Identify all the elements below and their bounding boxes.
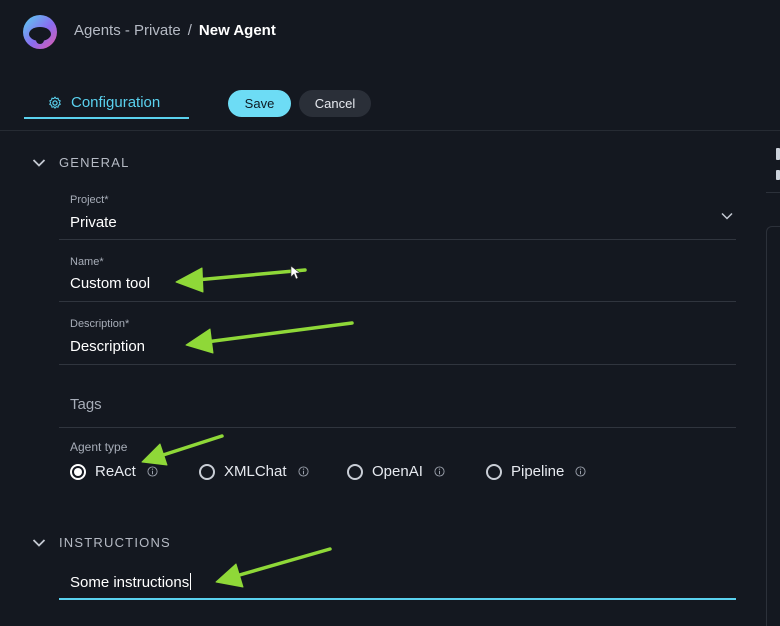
tab-configuration[interactable]: Configuration (24, 84, 189, 119)
radio-button[interactable] (347, 463, 363, 480)
save-button[interactable]: Save (228, 90, 291, 117)
name-label: Name* (70, 256, 104, 268)
agent-type-label: Agent type (70, 440, 128, 454)
info-icon[interactable] (297, 466, 309, 477)
text-caret (190, 573, 192, 590)
radio-pipeline[interactable]: Pipeline (486, 463, 586, 480)
radio-button-checked[interactable] (70, 463, 86, 480)
section-instructions-title: INSTRUCTIONS (59, 535, 171, 550)
radio-openai[interactable]: OpenAI (347, 463, 445, 480)
side-panel-edge (776, 148, 780, 160)
radio-react[interactable]: ReAct (70, 463, 158, 480)
breadcrumb-parent-link[interactable]: Agents - Private (74, 22, 181, 39)
radio-xmlchat[interactable]: XMLChat (199, 463, 309, 480)
description-value: Description (70, 338, 146, 355)
radio-xmlchat-label: XMLChat (224, 463, 287, 480)
breadcrumb-current: New Agent (198, 22, 276, 39)
breadcrumb-separator: / (187, 22, 192, 39)
instructions-input[interactable]: Some instructions (59, 562, 736, 600)
section-general-toggle[interactable]: GENERAL (32, 155, 130, 170)
chevron-down-icon (32, 158, 46, 167)
annotation-arrow-agent-type (141, 434, 224, 466)
chevron-down-icon (32, 538, 46, 547)
radio-openai-label: OpenAI (372, 463, 423, 480)
name-value: Custom tool (70, 275, 151, 292)
project-label: Project* (70, 194, 109, 206)
info-icon[interactable] (575, 466, 586, 477)
breadcrumb: Agents - Private / New Agent (74, 22, 276, 39)
info-icon[interactable] (147, 466, 158, 477)
radio-button[interactable] (486, 463, 502, 480)
radio-react-label: ReAct (95, 463, 136, 480)
tags-placeholder: Tags (70, 396, 102, 413)
cancel-button[interactable]: Cancel (299, 90, 371, 117)
side-panel-edge-2 (776, 170, 780, 180)
description-label: Description* (70, 318, 130, 330)
section-general-title: GENERAL (59, 155, 130, 170)
side-panel-divider (766, 192, 780, 193)
tab-configuration-label: Configuration (71, 94, 161, 111)
side-panel (766, 226, 780, 626)
gear-icon (49, 96, 61, 109)
radio-button[interactable] (199, 463, 215, 480)
chevron-down-icon (721, 212, 733, 220)
app-logo-icon (23, 15, 57, 49)
instructions-value: Some instructions (70, 573, 192, 591)
header-divider (0, 130, 780, 131)
project-select[interactable]: Project* Private (59, 186, 736, 240)
name-field[interactable]: Name* Custom tool (59, 248, 736, 302)
info-icon[interactable] (434, 466, 445, 477)
tags-input[interactable]: Tags (59, 374, 736, 428)
section-instructions-toggle[interactable]: INSTRUCTIONS (32, 535, 171, 550)
instructions-text: Some instructions (70, 574, 190, 591)
radio-pipeline-label: Pipeline (511, 463, 565, 480)
description-field[interactable]: Description* Description (59, 311, 736, 365)
project-value: Private (70, 214, 117, 231)
